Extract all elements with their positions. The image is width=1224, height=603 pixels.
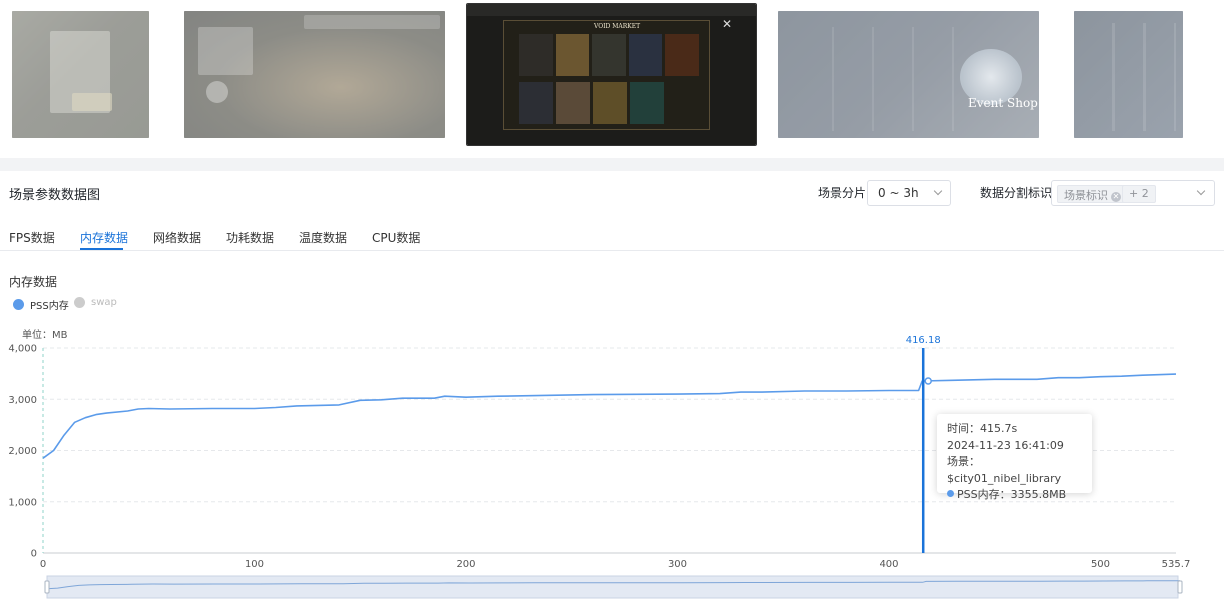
x-tick-label: 500 — [1091, 559, 1110, 570]
thumbnail-void-market[interactable]: VOID MARKET ✕ — [467, 4, 756, 145]
tab-fps[interactable]: FPS数据 — [9, 229, 55, 246]
legend-item-swap[interactable]: swap — [74, 297, 117, 308]
chevron-down-icon — [1196, 186, 1206, 196]
thumbnail-event-shop[interactable]: Event Shop — [778, 11, 1039, 138]
x-tick-label: 400 — [879, 559, 898, 570]
legend-item-pss[interactable]: PSS内存 — [13, 297, 69, 312]
marker-select[interactable]: 场景标识 ✕ + 2 — [1051, 180, 1215, 206]
marker-more-tag: + 2 — [1122, 185, 1156, 203]
tab-memory[interactable]: 内存数据 — [80, 229, 128, 246]
thumbnail-shop-grid[interactable] — [1074, 11, 1183, 138]
x-tick-label: 100 — [245, 559, 264, 570]
tabs-divider — [0, 250, 1224, 251]
thumbnail-strip: VOID MARKET ✕ Event Shop — [0, 0, 1224, 158]
x-tick-label: 200 — [456, 559, 475, 570]
marker-label: 416.18 — [906, 335, 941, 346]
marker-label: 数据分割标识 — [980, 186, 1053, 200]
y-tick-label: 1,000 — [8, 497, 37, 508]
close-icon[interactable]: ✕ — [722, 18, 732, 30]
void-market-title: VOID MARKET — [594, 23, 641, 30]
x-tick-label: 535.7 — [1162, 559, 1191, 570]
thumbnail-settings-screen[interactable] — [12, 11, 149, 138]
chart-tooltip: 时间：415.7s 2024-11-23 16:41:09 场景：$city01… — [937, 414, 1092, 501]
legend-label-swap: swap — [91, 297, 117, 308]
marker-tag-label: 场景标识 — [1064, 189, 1108, 202]
slice-value: 0 ~ 3h — [878, 186, 919, 200]
y-tick-label: 4,000 — [8, 344, 37, 355]
tab-network[interactable]: 网络数据 — [153, 229, 201, 246]
tab-temperature[interactable]: 温度数据 — [299, 229, 347, 246]
hover-point — [924, 377, 932, 385]
event-shop-label: Event Shop — [968, 96, 1038, 110]
slice-label: 场景分片 — [818, 186, 867, 200]
slice-select[interactable]: 0 ~ 3h — [867, 180, 951, 206]
page-title: 场景参数数据图 — [9, 188, 101, 203]
tab-cpu[interactable]: CPU数据 — [372, 229, 420, 246]
tooltip-time: 时间：415.7s — [947, 422, 1018, 435]
x-tick-label: 300 — [668, 559, 687, 570]
tooltip-scene: 场景：$city01_nibel_library — [947, 455, 1062, 485]
tooltip-datetime: 2024-11-23 16:41:09 — [947, 438, 1064, 452]
section-gap — [0, 158, 1224, 171]
legend-dot-swap — [74, 297, 85, 308]
y-tick-label: 3,000 — [8, 395, 37, 406]
legend-label-pss: PSS内存 — [30, 301, 69, 312]
tag-close-icon[interactable]: ✕ — [1111, 192, 1121, 202]
y-tick-label: 0 — [31, 549, 37, 560]
thumbnail-forest-scene[interactable] — [184, 11, 445, 138]
x-tick-label: 0 — [40, 559, 46, 570]
tooltip-value: PSS内存：3355.8MB — [957, 488, 1067, 501]
tooltip-value-row: PSS内存：3355.8MB — [947, 487, 1082, 504]
chevron-down-icon — [933, 186, 943, 196]
y-tick-label: 2,000 — [8, 446, 37, 457]
zoom-handle-left[interactable] — [44, 580, 50, 594]
section-title: 内存数据 — [9, 275, 58, 289]
zoom-slider-track — [46, 575, 1179, 599]
tooltip-series-dot — [947, 490, 954, 497]
marker-tag[interactable]: 场景标识 ✕ — [1057, 185, 1128, 203]
zoom-handle-right[interactable] — [1177, 580, 1183, 594]
legend-dot-pss — [13, 299, 24, 310]
tab-power[interactable]: 功耗数据 — [226, 229, 274, 246]
